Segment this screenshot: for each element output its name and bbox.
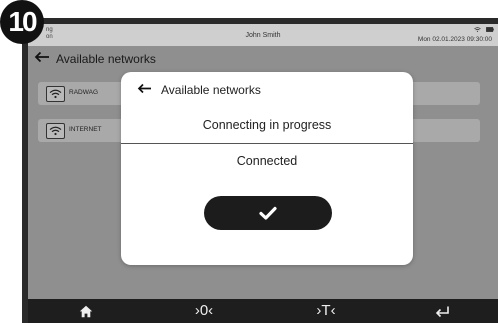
wifi-icon [46,123,65,139]
wifi-icon [474,27,486,34]
home-icon[interactable] [56,301,116,323]
dialog-subtitle: Connecting in progress [202,118,332,132]
connection-status: Connected [236,154,298,168]
step-number-badge: 10 [0,0,44,44]
connection-dialog: Available networks Connecting in progres… [121,72,413,265]
status-bar: ng on John Smith Mon 02.01.2023 09:30:00 [28,24,498,46]
zero-icon[interactable]: ›0‹ [174,301,234,321]
status-icons [474,27,494,34]
page-title: Available networks [56,52,156,66]
status-datetime: Mon 02.01.2023 09:30:00 [417,36,492,43]
arrow-left-icon[interactable] [137,82,152,96]
wifi-icon [46,86,65,102]
network-label: RADWAG [69,89,99,96]
arrow-left-icon[interactable] [34,51,50,66]
network-label: INTERNET [69,126,102,133]
checkmark-icon [259,205,277,224]
divider [121,143,413,144]
bottom-navigation: ›0‹ ›T‹ [28,299,498,323]
page-header: Available networks [28,46,498,70]
battery-icon [486,27,494,34]
dialog-title: Available networks [161,83,261,97]
tare-icon[interactable]: ›T‹ [296,301,356,321]
confirm-button[interactable] [204,196,332,230]
enter-icon[interactable] [412,301,472,323]
